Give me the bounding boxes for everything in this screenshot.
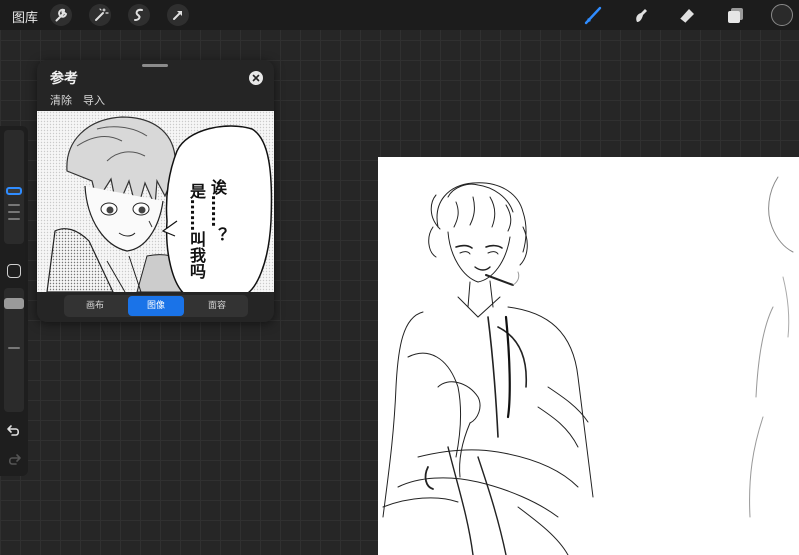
tab-canvas[interactable]: 画布 xyxy=(67,296,123,316)
brush-size-thumb[interactable] xyxy=(6,187,22,195)
redo-icon[interactable] xyxy=(6,451,22,465)
import-button[interactable]: 导入 xyxy=(83,92,105,108)
smudge-icon[interactable] xyxy=(629,4,651,26)
modify-button[interactable] xyxy=(7,264,21,278)
opacity-thumb[interactable] xyxy=(4,298,24,309)
eraser-icon[interactable] xyxy=(676,4,698,26)
wrench-icon[interactable] xyxy=(50,4,72,26)
clear-button[interactable]: 清除 xyxy=(50,92,72,108)
undo-icon[interactable] xyxy=(6,422,22,436)
color-picker-button[interactable] xyxy=(771,4,793,26)
reference-mode-tabs: 画布 图像 面容 xyxy=(64,295,248,317)
sketch-drawing xyxy=(382,176,794,555)
tab-image[interactable]: 图像 xyxy=(128,296,184,316)
transform-arrow-icon[interactable] xyxy=(167,4,189,26)
layers-icon[interactable] xyxy=(725,4,747,26)
brush-icon[interactable] xyxy=(583,4,605,26)
slider-tick xyxy=(8,347,20,349)
reference-panel: 参考 清除 导入 诶……？ 是……叫我吗 画布 图像 面容 xyxy=(37,60,274,322)
top-toolbar: 图库 xyxy=(0,0,799,30)
manga-illustration xyxy=(37,111,274,292)
selection-icon[interactable] xyxy=(128,4,150,26)
tab-face[interactable]: 面容 xyxy=(189,296,245,316)
close-icon[interactable] xyxy=(249,71,263,85)
speech-bubble-text-col2: 是……叫我吗 xyxy=(187,183,206,279)
slider-tick xyxy=(8,211,20,213)
sidebar xyxy=(0,126,28,476)
slider-tick xyxy=(8,218,20,220)
speech-bubble-text-col1: 诶……？ xyxy=(208,179,227,243)
drawing-canvas[interactable] xyxy=(378,157,799,555)
slider-tick xyxy=(8,204,20,206)
panel-drag-handle[interactable] xyxy=(142,64,168,67)
reference-image: 诶……？ 是……叫我吗 xyxy=(37,111,274,292)
magic-wand-icon[interactable] xyxy=(89,4,111,26)
gallery-button[interactable]: 图库 xyxy=(12,7,38,26)
opacity-slider[interactable] xyxy=(4,288,24,412)
panel-title: 参考 xyxy=(50,71,78,87)
brush-size-slider[interactable] xyxy=(4,130,24,244)
